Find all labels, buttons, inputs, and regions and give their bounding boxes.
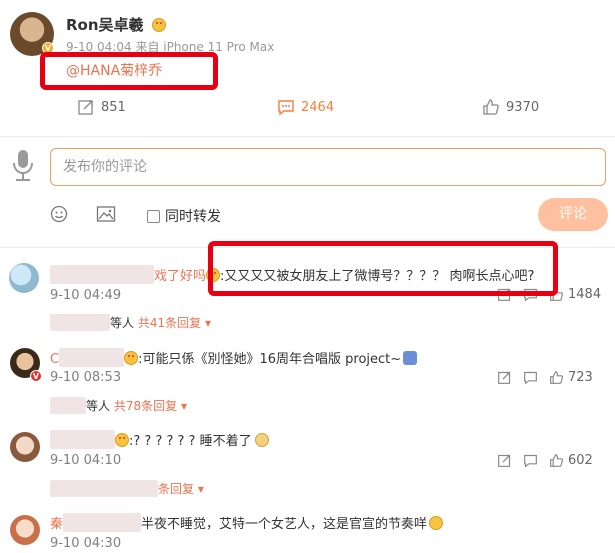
doge-emoji-icon <box>254 433 269 447</box>
repost-checkbox[interactable]: 同时转发 <box>147 206 221 226</box>
thumbs-up-icon <box>550 371 564 384</box>
comment-body: :可能只係《別怪她》16周年合唱版 project~ <box>138 352 402 367</box>
comment-time: 9-10 04:10 <box>50 453 122 468</box>
reply-summary[interactable]: 某某某某某某某某某条回复 ▾ <box>50 480 204 497</box>
chevron-down-icon: ▾ <box>197 482 204 496</box>
commenter-name[interactable]: C某某某某某 <box>50 348 125 367</box>
highlight-box-comment <box>208 241 558 296</box>
repost-icon <box>78 100 93 115</box>
commenter-name[interactable]: 某某某某某 <box>50 430 116 449</box>
submit-comment-button[interactable]: 评论 <box>538 198 608 231</box>
highlight-box-mention <box>40 52 218 90</box>
comment-time: 9-10 08:53 <box>50 370 122 385</box>
comment-text: C某某某某某 :可能只係《別怪她》16周年合唱版 project~ <box>50 348 418 367</box>
emoji-picker-icon[interactable] <box>50 205 68 227</box>
comment-icon <box>278 100 294 116</box>
comment-like-button[interactable]: 723 <box>549 370 593 385</box>
comment-like-count: 602 <box>568 453 593 468</box>
love-face-emoji-icon <box>124 351 139 365</box>
repost-icon[interactable] <box>497 453 512 468</box>
chevron-down-icon: ▾ <box>204 316 211 330</box>
comment-text: 某某某某某 :? ? ? ? ? ? 睡不着了 <box>50 430 269 449</box>
love-face-emoji-icon <box>115 433 130 447</box>
reply-summary[interactable]: 某某某等人 共78条回复 ▾ <box>50 397 187 414</box>
comment-like-count: 723 <box>568 370 593 385</box>
commenter-avatar[interactable] <box>10 432 40 462</box>
comment-like-count: 1484 <box>568 287 602 302</box>
chevron-down-icon: ▾ <box>180 399 187 413</box>
repost-count: 851 <box>101 99 126 115</box>
comment-actions: 602 <box>497 453 593 468</box>
comment-time: 9-10 04:30 <box>50 536 122 551</box>
microphone-icon[interactable] <box>10 148 36 188</box>
reply-summary[interactable]: 某某某某某等人 共41条回复 ▾ <box>50 314 211 331</box>
comment-button[interactable]: 2464 <box>277 98 334 116</box>
thumbs-up-icon <box>550 454 564 467</box>
figure-emoji-icon <box>403 351 418 365</box>
comment-count: 2464 <box>301 99 335 115</box>
repost-checkbox-label: 同时转发 <box>165 209 221 225</box>
commenter-name[interactable]: 某某某某某某某某戏了好吗 <box>50 265 206 284</box>
commenter-name[interactable]: 秦某某某某某某 <box>50 513 142 532</box>
commenter-avatar[interactable] <box>9 263 39 293</box>
thumbs-up-icon <box>483 99 499 115</box>
comment-body: 半夜不睡觉，艾特一个女艺人，这是官宣的节奏咩 <box>141 517 428 532</box>
like-count: 9370 <box>506 99 540 115</box>
repost-button[interactable]: 851 <box>77 98 126 116</box>
verified-badge-icon: V <box>30 370 42 382</box>
repost-icon[interactable] <box>497 370 512 385</box>
comment-text: 秦某某某某某某半夜不睡觉，艾特一个女艺人，这是官宣的节奏咩 <box>50 513 444 532</box>
smile-emoji-icon <box>429 516 444 530</box>
comment-icon[interactable] <box>523 453 538 468</box>
like-button[interactable]: 9370 <box>482 98 539 116</box>
section-divider <box>0 136 615 137</box>
comment-input[interactable]: 发布你的评论 <box>50 148 606 186</box>
image-upload-icon[interactable] <box>96 205 116 227</box>
comment-body: :? ? ? ? ? ? 睡不着了 <box>129 434 252 449</box>
love-face-emoji-icon <box>151 18 166 32</box>
comment-icon[interactable] <box>523 370 538 385</box>
comment-time: 9-10 04:49 <box>50 288 122 303</box>
comment-actions: 723 <box>497 370 593 385</box>
comment-like-button[interactable]: 602 <box>549 453 593 468</box>
post-author-name[interactable]: Ron吴卓羲 <box>66 14 166 35</box>
checkbox-box[interactable] <box>147 209 160 223</box>
commenter-avatar[interactable] <box>10 515 40 545</box>
